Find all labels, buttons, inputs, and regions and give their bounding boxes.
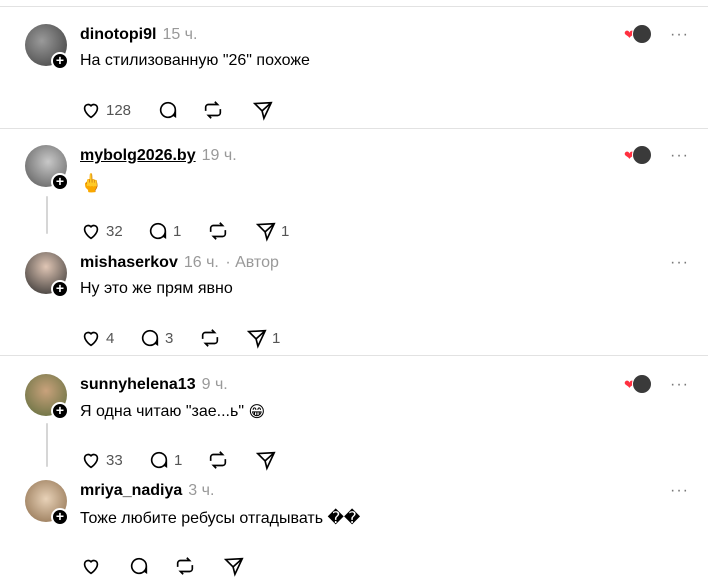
heart-icon <box>83 224 99 240</box>
like-count: 32 <box>106 222 123 240</box>
heart-icon <box>83 103 99 119</box>
reply-button[interactable]: 1 <box>147 219 181 243</box>
repost-icon <box>201 329 219 347</box>
post: + mishaserkov 16 ч. · Автор Ну это же пря… <box>0 252 708 352</box>
like-count: 33 <box>106 451 123 469</box>
username[interactable]: mishaserkov <box>80 254 178 271</box>
reply-count: 1 <box>173 222 182 240</box>
liked-by-author-indicator: ❤ <box>624 24 652 44</box>
repost-icon <box>204 101 222 119</box>
share-button[interactable]: 1 <box>255 219 289 243</box>
like-count: 128 <box>106 101 132 119</box>
repost-icon <box>176 557 194 575</box>
comment-icon <box>159 101 177 119</box>
liked-by-author-indicator: ❤ <box>624 145 652 165</box>
username[interactable]: sunnyhelena13 <box>80 376 196 393</box>
author-avatar <box>632 24 652 44</box>
reply-button[interactable] <box>128 554 150 578</box>
post-header: mybolg2026.by 19 ч. <box>80 147 237 165</box>
username[interactable]: mriya_nadiya <box>80 482 182 499</box>
post-text: 🖕 <box>80 173 103 193</box>
grin-emoji: 😁 <box>248 404 266 421</box>
post: + dinotopi9l 15 ч. На стилизованную "26" … <box>0 24 708 124</box>
timestamp: 19 ч. <box>201 147 237 164</box>
send-icon <box>246 329 267 349</box>
heart-icon <box>83 559 99 575</box>
post: + mriya_nadiya 3 ч. Тоже любите ребусы от… <box>0 480 708 580</box>
share-count: 1 <box>272 329 281 347</box>
author-label: · Автор <box>225 254 279 271</box>
post-header: mriya_nadiya 3 ч. <box>80 482 214 500</box>
liked-by-author-indicator: ❤ <box>624 374 652 394</box>
comment-icon <box>150 451 168 469</box>
send-icon <box>252 101 273 121</box>
follow-plus-icon[interactable]: + <box>51 402 69 420</box>
reply-count: 1 <box>174 451 183 469</box>
like-button[interactable] <box>80 554 102 578</box>
repost-button[interactable] <box>202 98 224 122</box>
share-button[interactable]: 1 <box>246 326 280 350</box>
follow-plus-icon[interactable]: + <box>51 173 69 191</box>
repost-icon <box>209 451 227 469</box>
username[interactable]: dinotopi9l <box>80 26 156 43</box>
repost-button[interactable] <box>199 326 221 350</box>
divider <box>0 128 708 129</box>
post-text-body: Я одна читаю "зае...ь" <box>80 403 244 421</box>
more-options-button[interactable]: ··· <box>670 254 689 272</box>
reply-count: 3 <box>165 329 174 347</box>
post-header: dinotopi9l 15 ч. <box>80 26 197 44</box>
like-button[interactable]: 32 <box>80 219 123 243</box>
post-text: Тоже любите ребусы отгадывать �� <box>80 510 361 527</box>
post-header: sunnyhelena13 9 ч. <box>80 376 228 394</box>
author-avatar <box>632 145 652 165</box>
share-button[interactable] <box>223 554 245 578</box>
like-button[interactable]: 33 <box>80 448 123 472</box>
more-options-button[interactable]: ··· <box>670 482 689 500</box>
reply-button[interactable] <box>157 98 179 122</box>
post: + mybolg2026.by 19 ч. 🖕 ❤ ··· 32 1 1 <box>0 145 708 245</box>
timestamp: 3 ч. <box>188 482 215 499</box>
send-icon <box>223 557 244 577</box>
timestamp: 16 ч. <box>183 254 219 271</box>
follow-plus-icon[interactable]: + <box>51 280 69 298</box>
post: + sunnyhelena13 9 ч. Я одна читаю "зае...… <box>0 374 708 474</box>
repost-button[interactable] <box>207 219 229 243</box>
more-options-button[interactable]: ··· <box>670 147 689 165</box>
more-options-button[interactable]: ··· <box>670 376 689 394</box>
timestamp: 9 ч. <box>201 376 228 393</box>
share-button[interactable] <box>255 448 277 472</box>
heart-icon <box>83 331 99 347</box>
share-count: 1 <box>281 222 290 240</box>
repost-button[interactable] <box>174 554 196 578</box>
reply-button[interactable]: 3 <box>139 326 173 350</box>
more-options-button[interactable]: ··· <box>670 26 689 44</box>
like-button[interactable]: 128 <box>80 98 131 122</box>
send-icon <box>255 451 276 471</box>
follow-plus-icon[interactable]: + <box>51 508 69 526</box>
author-avatar <box>632 374 652 394</box>
reply-button[interactable]: 1 <box>148 448 182 472</box>
comment-icon <box>149 222 167 240</box>
post-text: На стилизованную "26" похоже <box>80 52 310 69</box>
comment-icon <box>141 329 159 347</box>
post-header: mishaserkov 16 ч. · Автор <box>80 254 279 272</box>
username[interactable]: mybolg2026.by <box>80 147 196 164</box>
divider <box>0 6 708 7</box>
repost-icon <box>209 222 227 240</box>
comment-icon <box>130 557 148 575</box>
share-button[interactable] <box>252 98 274 122</box>
follow-plus-icon[interactable]: + <box>51 52 69 70</box>
heart-icon <box>83 453 99 469</box>
like-count: 4 <box>106 329 115 347</box>
repost-button[interactable] <box>207 448 229 472</box>
divider <box>0 355 708 356</box>
send-icon <box>255 222 276 242</box>
post-text: Ну это же прям явно <box>80 280 233 297</box>
timestamp: 15 ч. <box>162 26 198 43</box>
post-text: Я одна читаю "зае...ь" 😁 <box>80 402 265 422</box>
like-button[interactable]: 4 <box>80 326 114 350</box>
